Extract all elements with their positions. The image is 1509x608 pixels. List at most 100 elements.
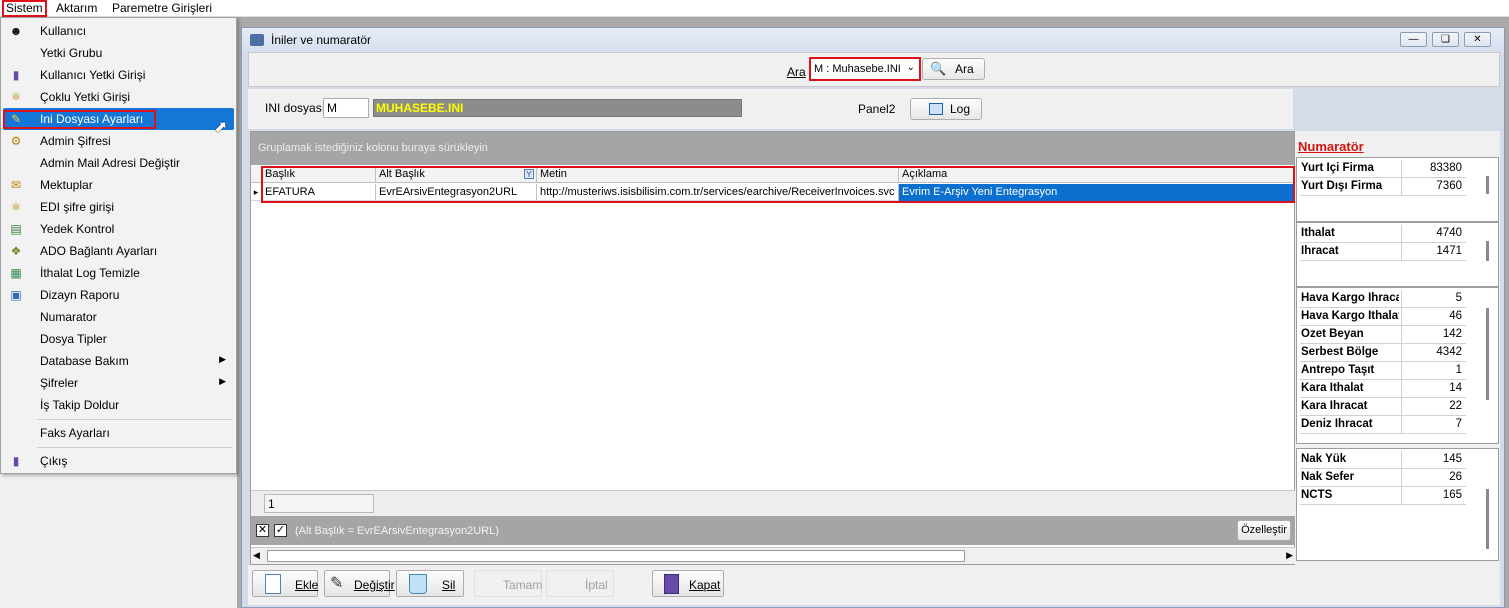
- window-title: İniler ve numaratör: [271, 33, 372, 47]
- numerator-group-1: Yurt İçi Firma 83380 Yurt Dışı Firma 7360: [1296, 157, 1499, 222]
- edit-button[interactable]: ✎ Değiştir: [324, 570, 395, 597]
- group-hint: Gruplamak istediğiniz kolonu buraya sürü…: [258, 142, 488, 154]
- ini-code-field[interactable]: M: [323, 98, 369, 118]
- numerator-row: Kara İhracat 22: [1300, 398, 1466, 416]
- menu-item-ado-baglanti[interactable]: ❖ ADO Bağlantı Ayarları: [3, 240, 234, 262]
- menu-item-mektuplar[interactable]: ✉ Mektuplar: [3, 174, 234, 196]
- window-titlebar: İniler ve numaratör — ❏ ✕: [242, 28, 1504, 52]
- menu-item-dosya-tipler[interactable]: Dosya Tipler: [3, 328, 234, 350]
- scroll-left-icon[interactable]: ◀: [253, 550, 260, 561]
- numerator-row: İthalat 4740: [1300, 225, 1466, 243]
- cell-baslik[interactable]: EFATURA: [262, 184, 376, 201]
- menu-item-sifreler[interactable]: Şifreler ▶: [3, 372, 234, 394]
- log-button[interactable]: Log: [910, 98, 982, 120]
- menu-item-cikis[interactable]: ▮ Çıkış: [3, 450, 234, 472]
- minimize-button[interactable]: —: [1400, 32, 1427, 47]
- menu-item-is-takip-doldur[interactable]: İş Takip Doldur: [3, 394, 234, 416]
- row-indicator-icon: ▸: [251, 184, 262, 201]
- menu-sistem[interactable]: Sistem: [2, 0, 47, 17]
- book-icon: [250, 34, 264, 46]
- log-icon: ▦: [10, 266, 22, 280]
- scroll-indicator: [1486, 241, 1489, 261]
- numerator-row: Deniz İhracat 7: [1300, 416, 1466, 434]
- numerator-row: Kara İthalat 14: [1300, 380, 1466, 398]
- user-icon: ☻: [9, 24, 23, 38]
- menu-item-ini-dosyasi-ayarlari[interactable]: ✎ Ini Dosyası Ayarları: [3, 108, 234, 130]
- menu-separator: [37, 447, 232, 448]
- filter-enabled-checkbox[interactable]: ✓: [274, 524, 287, 537]
- menu-item-faks-ayarlari[interactable]: Faks Ayarları: [3, 422, 234, 444]
- numerator-row: İhracat 1471: [1300, 243, 1466, 261]
- column-header-metin[interactable]: Metin: [537, 167, 899, 183]
- menu-item-yetki-grubu[interactable]: Yetki Grubu: [3, 42, 234, 64]
- menu-item-kullanici-yetki-girisi[interactable]: ▮ Kullanıcı Yetki Girişi: [3, 64, 234, 86]
- column-header-baslik[interactable]: Başlık: [262, 167, 376, 183]
- filter-icon[interactable]: Y: [524, 169, 534, 179]
- cell-alt-baslik[interactable]: EvrEArsivEntegrasyon2URL: [376, 184, 537, 201]
- restore-button[interactable]: ❏: [1432, 32, 1459, 47]
- row-indicator-header: [251, 167, 262, 183]
- recycle-bin-icon: [409, 574, 427, 594]
- delete-button[interactable]: Sil: [396, 570, 464, 597]
- record-count-field: 1: [264, 494, 374, 513]
- menu-item-admin-mail[interactable]: Admin Mail Adresi Değiştir: [3, 152, 234, 174]
- customize-button[interactable]: Özelleştir: [1237, 520, 1291, 541]
- menu-item-numarator[interactable]: Numarator: [3, 306, 234, 328]
- menu-item-coklu-yetki-girisi[interactable]: ⚛ Çoklu Yetki Girişi: [3, 86, 234, 108]
- scroll-right-icon[interactable]: ▶: [1286, 550, 1293, 561]
- search-button[interactable]: 🔍 Ara: [922, 58, 985, 80]
- scroll-thumb[interactable]: [267, 550, 965, 562]
- numerator-row: Antrepo Taşıt 1: [1300, 362, 1466, 380]
- close-button[interactable]: ✕: [1464, 32, 1491, 47]
- table-row[interactable]: ▸ EFATURA EvrEArsivEntegrasyon2URL http:…: [251, 184, 1296, 201]
- submenu-arrow-icon: ▶: [219, 376, 226, 386]
- panel2-label: Panel2: [858, 102, 896, 116]
- menu-item-ithalat-log[interactable]: ▦ İthalat Log Temizle: [3, 262, 234, 284]
- numerator-row: Yurt İçi Firma 83380: [1300, 160, 1466, 178]
- settings-file-icon: ✎: [10, 112, 22, 126]
- cancel-button[interactable]: İptal: [546, 570, 614, 597]
- horizontal-scrollbar[interactable]: ◀ ▶: [251, 547, 1296, 564]
- pencil-icon: ✎: [330, 575, 344, 592]
- grid-header: Başlık Alt Başlık Y Metin Açıklama: [251, 167, 1296, 183]
- grid-footer: 1: [251, 490, 1296, 516]
- door-icon: ▮: [12, 68, 20, 82]
- ini-label: INI dosyası: [265, 101, 326, 115]
- mouse-cursor-icon: ⬈: [214, 119, 228, 136]
- ini-panel: INI dosyası M MUHASEBE.INI Panel2 Log: [248, 89, 1293, 129]
- cell-metin[interactable]: http://musteriws.isisbilisim.com.tr/serv…: [537, 184, 899, 201]
- group-panel[interactable]: Gruplamak istediğiniz kolonu buraya sürü…: [251, 132, 1294, 165]
- filter-bar: ✕ ✓ (Alt Başlık = EvrEArsivEntegrasyon2U…: [251, 516, 1296, 545]
- numerator-row: Hava Kargo İthalat 46: [1300, 308, 1466, 326]
- log-icon: [929, 103, 943, 115]
- menu-parametre-girisleri[interactable]: Paremetre Girişleri: [109, 1, 215, 16]
- menu-item-dizayn-raporu[interactable]: ▣ Dizayn Raporu: [3, 284, 234, 306]
- cell-aciklama[interactable]: Evrim E-Arşiv Yeni Entegrasyon: [899, 184, 1295, 201]
- column-header-alt-baslik[interactable]: Alt Başlık Y: [376, 167, 537, 183]
- ini-select[interactable]: M : Muhasebe.INI ⌄: [809, 57, 921, 81]
- menu-item-yedek-kontrol[interactable]: ▤ Yedek Kontrol: [3, 218, 234, 240]
- menu-item-database-bakim[interactable]: Database Bakım ▶: [3, 350, 234, 372]
- key-icon: ⚛: [10, 90, 22, 104]
- scroll-indicator: [1486, 308, 1489, 400]
- numerator-row: Nak Sefer 26: [1300, 469, 1466, 487]
- menu-item-edi-sifre[interactable]: ⚛ EDI şifre girişi: [3, 196, 234, 218]
- menu-item-kullanici[interactable]: ☻ Kullanıcı: [3, 20, 234, 42]
- report-icon: ▣: [10, 288, 22, 302]
- column-header-aciklama[interactable]: Açıklama: [899, 167, 1295, 183]
- add-button[interactable]: Ekle: [252, 570, 318, 597]
- menu-aktarim[interactable]: Aktarım: [53, 1, 100, 16]
- search-icon: 🔍: [930, 61, 947, 76]
- numerator-row: Özet Beyan 142: [1300, 326, 1466, 344]
- key-icon: ⚛: [10, 200, 22, 214]
- numerator-row: Hava Kargo İhracat 5: [1300, 290, 1466, 308]
- ini-select-value: M : Muhasebe.INI: [814, 63, 901, 75]
- menu-item-admin-sifresi[interactable]: ⚙ Admin Şifresi: [3, 130, 234, 152]
- submenu-arrow-icon: ▶: [219, 354, 226, 364]
- clear-filter-icon[interactable]: ✕: [256, 524, 269, 537]
- key-icon: ⚙: [10, 134, 22, 148]
- ok-button[interactable]: Tamam: [474, 570, 542, 597]
- new-document-icon: [265, 574, 281, 594]
- scroll-indicator: [1486, 176, 1489, 194]
- close-window-button[interactable]: Kapat: [652, 570, 724, 597]
